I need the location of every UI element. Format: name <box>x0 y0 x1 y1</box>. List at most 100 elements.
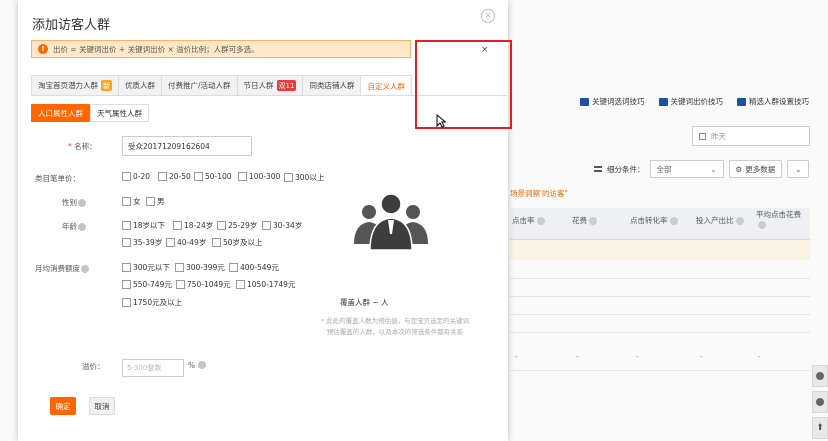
col-cpc: 平均点击花费 <box>756 210 808 230</box>
price-option[interactable]: 20-50 <box>158 172 191 181</box>
tab-similar-store-audience[interactable]: 同类店铺人群 <box>302 75 362 95</box>
price-option[interactable]: 300以上 <box>284 172 324 183</box>
gender-option-male[interactable]: 男 <box>146 196 165 207</box>
checkbox <box>146 197 155 206</box>
tab-quality-audience[interactable]: 优质人群 <box>118 75 162 95</box>
table-cell: - <box>758 352 761 361</box>
filter-label: 细分条件： <box>607 164 645 174</box>
checkbox <box>122 197 131 206</box>
help-icon <box>589 217 597 225</box>
help-icon <box>78 223 86 231</box>
price-option[interactable]: 100-300 <box>238 172 280 181</box>
age-option[interactable]: 25-29岁 <box>217 220 257 231</box>
side-feedback-button[interactable] <box>812 391 828 413</box>
highlight-annotation <box>415 40 512 129</box>
tab-custom-audience[interactable]: 自定义人群 <box>360 75 412 96</box>
age-option[interactable]: 18-24岁 <box>173 220 213 231</box>
calendar-icon <box>699 132 706 140</box>
expand-button[interactable]: ⌄ <box>787 160 810 178</box>
age-label: 年龄 <box>62 221 86 232</box>
gender-option-female[interactable]: 女 <box>122 196 141 207</box>
table-cell: - <box>515 352 518 361</box>
subtab-weather[interactable]: 天气属性人群 <box>90 104 149 122</box>
spend-option[interactable]: 1050-1749元 <box>236 279 295 290</box>
checkbox <box>212 238 221 247</box>
checkbox <box>236 280 245 289</box>
help-icon <box>669 217 678 225</box>
more-data-button[interactable]: ⚙ 更多数据 <box>728 160 783 178</box>
cancel-button[interactable]: 取消 <box>89 397 115 415</box>
chat-icon <box>816 398 824 406</box>
warning-icon: ! <box>38 44 48 54</box>
name-input[interactable]: 受众20171209162604 <box>122 136 252 156</box>
checkbox <box>229 263 238 272</box>
spend-option[interactable]: 300-399元 <box>175 262 225 273</box>
back-to-top-button[interactable]: ⬆ <box>812 417 828 439</box>
chevron-down-icon: ⌄ <box>710 164 717 174</box>
age-option[interactable]: 40-49岁 <box>166 237 206 248</box>
data-table-header: 点击率 花费 点击转化率 投入产出比 平均点击花费 <box>510 208 810 240</box>
spend-label: 月均消费额度 <box>35 263 89 274</box>
col-cvr: 点击转化率 <box>630 215 678 226</box>
side-service-button[interactable] <box>812 365 828 387</box>
filter-icon <box>594 166 602 172</box>
subtab-demographic[interactable]: 人口属性人群 <box>31 104 90 122</box>
price-label: 类目笔单价： <box>35 174 80 183</box>
table-row <box>510 240 810 260</box>
spend-option[interactable]: 550-749元 <box>122 279 172 290</box>
help-link-keyword-bid[interactable]: 关键词出价技巧 <box>658 96 723 107</box>
filter-select[interactable]: 全部 ⌄ <box>649 160 724 178</box>
checkbox <box>122 221 131 230</box>
coverage-estimate: 覆盖人群 ~ 人 <box>340 298 389 307</box>
checkbox <box>284 173 293 182</box>
help-icon <box>198 361 206 369</box>
price-option[interactable]: 0-20 <box>122 172 150 181</box>
bid-formula-alert: ! 出价 = 关键词出价 + 关键词出价 × 溢价比例；人群可多选。 <box>31 40 411 58</box>
video-icon <box>737 97 746 106</box>
spend-option[interactable]: 300元以下 <box>122 262 170 273</box>
confirm-button[interactable]: 确定 <box>50 397 76 415</box>
help-links: 关键词选词技巧 关键词出价技巧 精选人群设置技巧 <box>580 96 809 107</box>
checkbox <box>175 263 184 272</box>
bid-input[interactable]: 5-300整数 <box>122 359 184 377</box>
video-icon <box>658 97 668 106</box>
checkbox <box>158 172 167 181</box>
tab-holiday-audience[interactable]: 节日人群 双11 <box>236 75 304 95</box>
age-option[interactable]: 18岁以下 <box>122 220 165 231</box>
help-link-audience-setup[interactable]: 精选人群设置技巧 <box>737 96 809 107</box>
table-cell: - <box>576 352 579 361</box>
tab-paid-activity-audience[interactable]: 付费推广/活动人群 <box>161 75 238 95</box>
modal-title: 添加访客人群 <box>32 18 111 33</box>
table-cell: - <box>700 352 703 361</box>
checkbox <box>262 221 271 230</box>
double11-badge: 双11 <box>276 80 297 91</box>
age-option[interactable]: 35-39岁 <box>122 237 162 248</box>
age-option[interactable]: 30-34岁 <box>262 220 302 231</box>
table-cell: - <box>636 352 639 361</box>
spend-option[interactable]: 400-549元 <box>229 262 279 273</box>
checkbox <box>217 221 226 230</box>
age-option[interactable]: 50岁及以上 <box>212 237 263 248</box>
date-picker[interactable]: 昨天 <box>692 126 810 146</box>
close-icon[interactable]: × <box>481 9 495 23</box>
checkbox <box>176 280 185 289</box>
gender-label: 性别 <box>62 197 86 208</box>
alert-text: 出价 = 关键词出价 + 关键词出价 × 溢价比例；人群可多选。 <box>53 44 259 54</box>
mouse-cursor-icon <box>436 114 446 128</box>
price-option[interactable]: 50-100 <box>194 172 232 181</box>
checkbox <box>122 238 131 247</box>
chevron-down-icon: ⌄ <box>795 164 802 174</box>
checkbox <box>166 238 175 247</box>
help-link-keyword-selection[interactable]: 关键词选词技巧 <box>580 96 645 107</box>
coverage-note: * 此处的覆盖人数为预估值，与您宝贝选定的关键词预估覆盖的人群，以及本次的筛选条… <box>320 317 470 336</box>
col-cost: 花费 <box>572 215 597 226</box>
percent-unit: % <box>188 361 196 370</box>
spend-option[interactable]: 1750元及以上 <box>122 297 182 308</box>
audience-note: 场景洞察'的访客" <box>510 189 569 198</box>
audience-tabs: 淘宝首页潜力人群新 优质人群 付费推广/活动人群 节日人群 双11 同类店铺人群 … <box>31 75 412 96</box>
help-icon <box>735 217 744 225</box>
col-ctr: 点击率 <box>512 215 545 226</box>
tab-taobao-home-potential[interactable]: 淘宝首页潜力人群新 <box>31 75 119 95</box>
audience-group-icon <box>354 193 428 251</box>
spend-option[interactable]: 750-1049元 <box>176 279 231 290</box>
